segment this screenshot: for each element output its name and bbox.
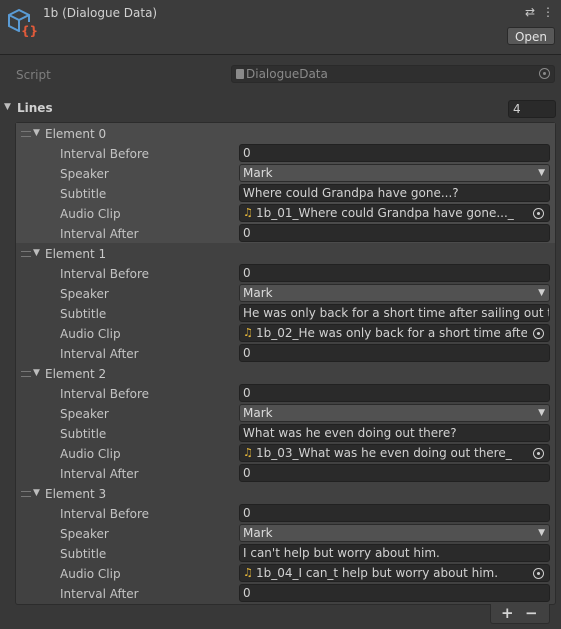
foldout-arrow-icon[interactable]: ▼ xyxy=(4,102,11,112)
inspector-header: {} 1b (Dialogue Data) ⇄ ⋮ Open xyxy=(0,0,561,55)
script-field[interactable]: DialogueData xyxy=(231,65,555,83)
svg-text:{}: {} xyxy=(21,24,37,38)
speaker-label: Speaker xyxy=(60,167,109,181)
interval-after-field[interactable]: 0 xyxy=(239,224,550,242)
subtitle-label: Subtitle xyxy=(60,427,107,441)
element-name[interactable]: Element 3 xyxy=(45,487,106,501)
interval-after-field[interactable]: 0 xyxy=(239,584,550,602)
asset-title: 1b (Dialogue Data) xyxy=(43,6,158,20)
lines-label: Lines xyxy=(17,101,53,115)
speaker-dropdown[interactable]: Mark ▼ xyxy=(239,524,550,542)
element-name[interactable]: Element 2 xyxy=(45,367,106,381)
speaker-value: Mark xyxy=(243,166,273,180)
subtitle-field[interactable]: He was only back for a short time after … xyxy=(239,304,550,322)
chevron-down-icon: ▼ xyxy=(538,288,545,298)
element-foldout-arrow-icon[interactable]: ▼ xyxy=(33,128,40,138)
chevron-down-icon: ▼ xyxy=(538,408,545,418)
subtitle-label: Subtitle xyxy=(60,307,107,321)
interval-before-label: Interval Before xyxy=(60,267,150,281)
audio-clip-field[interactable]: ♫ 1b_04_I can_t help but worry about him. xyxy=(239,564,550,582)
open-button[interactable]: Open xyxy=(506,27,555,45)
script-file-icon xyxy=(236,69,244,79)
chevron-down-icon: ▼ xyxy=(538,528,545,538)
speaker-label: Speaker xyxy=(60,287,109,301)
interval-before-label: Interval Before xyxy=(60,147,150,161)
speaker-dropdown[interactable]: Mark ▼ xyxy=(239,164,550,182)
element-name[interactable]: Element 1 xyxy=(45,247,106,261)
audio-clip-icon: ♫ xyxy=(243,566,253,579)
audio-clip-value: 1b_02_He was only back for a short time … xyxy=(256,326,527,340)
audio-clip-icon: ♫ xyxy=(243,326,253,339)
speaker-value: Mark xyxy=(243,526,273,540)
audio-clip-field[interactable]: ♫ 1b_03_What was he even doing out there_ xyxy=(239,444,550,462)
element-foldout-arrow-icon[interactable]: ▼ xyxy=(33,368,40,378)
audio-clip-icon: ♫ xyxy=(243,446,253,459)
json-asset-icon: {} xyxy=(8,8,37,38)
interval-after-field[interactable]: 0 xyxy=(239,464,550,482)
interval-after-field[interactable]: 0 xyxy=(239,344,550,362)
object-picker-icon[interactable] xyxy=(533,568,544,579)
kebab-menu-icon[interactable]: ⋮ xyxy=(542,5,554,19)
audio-clip-field[interactable]: ♫ 1b_01_Where could Grandpa have gone..._ xyxy=(239,204,550,222)
audio-clip-label: Audio Clip xyxy=(60,207,121,221)
speaker-label: Speaker xyxy=(60,407,109,421)
subtitle-field[interactable]: Where could Grandpa have gone...? xyxy=(239,184,550,202)
audio-clip-label: Audio Clip xyxy=(60,327,121,341)
audio-clip-label: Audio Clip xyxy=(60,447,121,461)
audio-clip-value: 1b_03_What was he even doing out there_ xyxy=(256,446,512,460)
audio-clip-label: Audio Clip xyxy=(60,567,121,581)
subtitle-field[interactable]: I can't help but worry about him. xyxy=(239,544,550,562)
remove-element-button[interactable]: − xyxy=(525,604,538,622)
interval-before-field[interactable]: 0 xyxy=(239,264,550,282)
drag-handle-icon[interactable] xyxy=(21,131,31,137)
object-picker-icon[interactable] xyxy=(533,208,544,219)
audio-clip-value: 1b_01_Where could Grandpa have gone..._ xyxy=(256,206,514,220)
add-element-button[interactable]: + xyxy=(501,604,514,622)
audio-clip-value: 1b_04_I can_t help but worry about him. xyxy=(256,566,499,580)
interval-after-label: Interval After xyxy=(60,347,139,361)
drag-handle-icon[interactable] xyxy=(21,251,31,257)
subtitle-label: Subtitle xyxy=(60,187,107,201)
element-foldout-arrow-icon[interactable]: ▼ xyxy=(33,488,40,498)
list-footer: + − xyxy=(490,604,550,624)
interval-before-label: Interval Before xyxy=(60,387,150,401)
interval-before-field[interactable]: 0 xyxy=(239,144,550,162)
element-foldout-arrow-icon[interactable]: ▼ xyxy=(33,248,40,258)
interval-before-field[interactable]: 0 xyxy=(239,504,550,522)
lines-foldout[interactable]: ▼ Lines 4 xyxy=(0,100,561,118)
interval-before-field[interactable]: 0 xyxy=(239,384,550,402)
subtitle-field[interactable]: What was he even doing out there? xyxy=(239,424,550,442)
speaker-dropdown[interactable]: Mark ▼ xyxy=(239,404,550,422)
drag-handle-icon[interactable] xyxy=(21,371,31,377)
speaker-value: Mark xyxy=(243,406,273,420)
audio-clip-icon: ♫ xyxy=(243,206,253,219)
lines-size-field[interactable]: 4 xyxy=(508,100,556,118)
script-label: Script xyxy=(16,68,51,82)
speaker-value: Mark xyxy=(243,286,273,300)
object-picker-icon[interactable] xyxy=(533,448,544,459)
chevron-down-icon: ▼ xyxy=(538,168,545,178)
object-picker-icon[interactable] xyxy=(533,328,544,339)
interval-after-label: Interval After xyxy=(60,227,139,241)
interval-after-label: Interval After xyxy=(60,467,139,481)
script-value: DialogueData xyxy=(246,67,328,81)
sliders-icon[interactable]: ⇄ xyxy=(525,5,535,19)
speaker-label: Speaker xyxy=(60,527,109,541)
speaker-dropdown[interactable]: Mark ▼ xyxy=(239,284,550,302)
interval-before-label: Interval Before xyxy=(60,507,150,521)
element-name[interactable]: Element 0 xyxy=(45,127,106,141)
interval-after-label: Interval After xyxy=(60,587,139,601)
drag-handle-icon[interactable] xyxy=(21,491,31,497)
subtitle-label: Subtitle xyxy=(60,547,107,561)
object-picker-icon[interactable] xyxy=(539,68,550,79)
audio-clip-field[interactable]: ♫ 1b_02_He was only back for a short time… xyxy=(239,324,550,342)
